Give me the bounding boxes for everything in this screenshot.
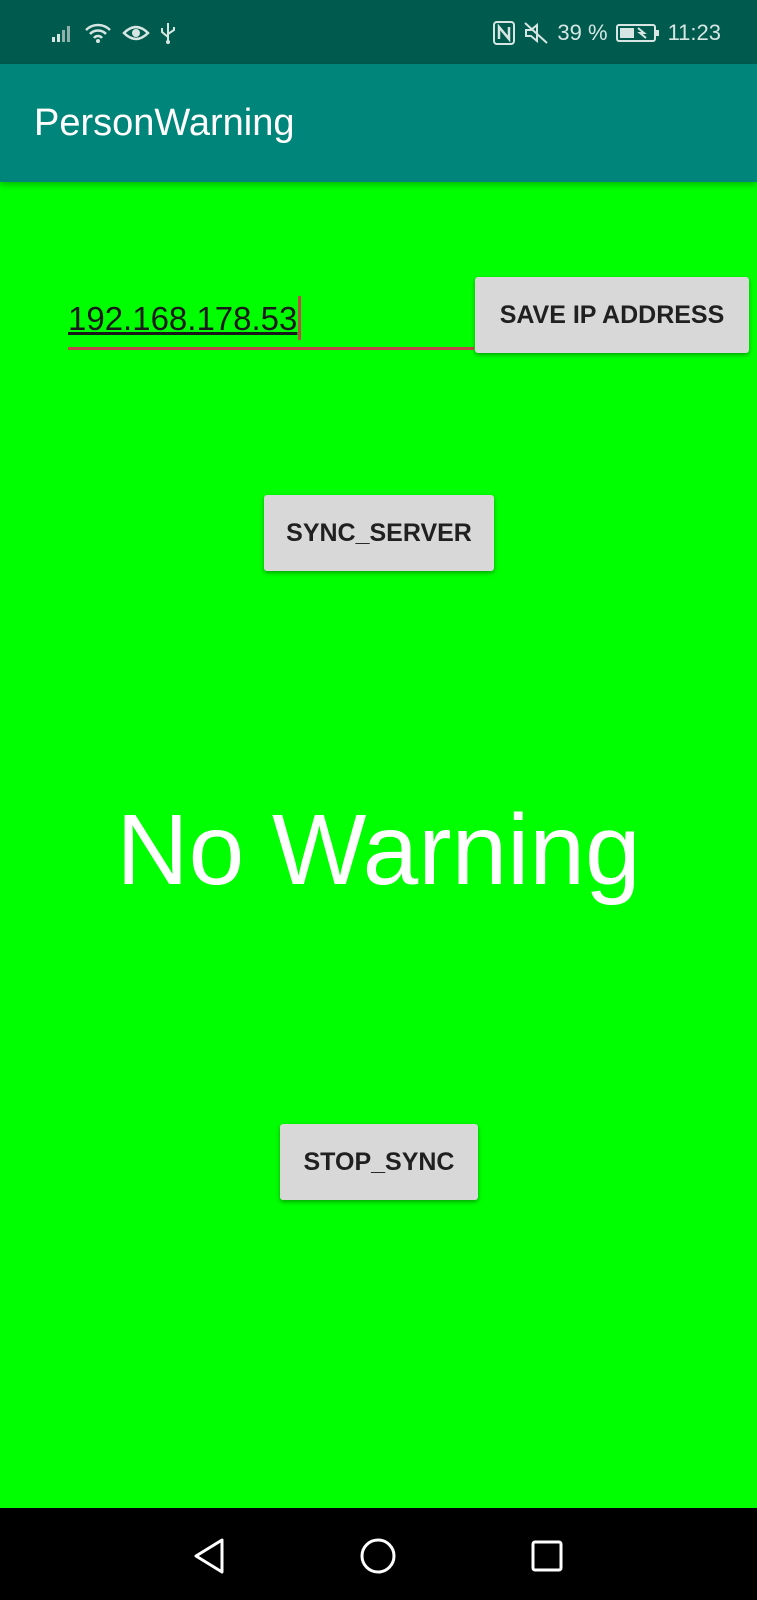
app-title: PersonWarning	[34, 102, 295, 144]
navigation-bar	[0, 1508, 757, 1600]
battery-icon	[615, 23, 660, 43]
app-bar: PersonWarning	[0, 64, 757, 182]
back-icon[interactable]	[188, 1534, 232, 1578]
stop-sync-button[interactable]: STOP_SYNC	[280, 1124, 478, 1200]
usb-icon	[160, 21, 176, 45]
nfc-icon	[493, 21, 516, 45]
ip-address-value: 192.168.178.53	[68, 300, 298, 337]
app-screen: 39 % 11:23 PersonWarning 192.168.178.53 …	[0, 0, 757, 1600]
sync-server-button[interactable]: SYNC_SERVER	[264, 495, 494, 571]
status-bar: 39 % 11:23	[0, 0, 757, 64]
save-ip-address-button[interactable]: SAVE IP ADDRESS	[475, 277, 749, 353]
eye-icon	[122, 23, 150, 43]
text-cursor	[298, 296, 302, 340]
wifi-icon	[84, 22, 112, 44]
signal-icon	[52, 24, 74, 42]
ip-address-input[interactable]: 192.168.178.53	[68, 296, 474, 350]
mute-icon	[523, 21, 549, 45]
battery-percent: 39 %	[557, 20, 608, 45]
warning-status-text: No Warning	[116, 794, 641, 906]
home-icon[interactable]	[356, 1534, 400, 1578]
clock: 11:23	[667, 20, 721, 45]
recent-apps-icon[interactable]	[525, 1534, 569, 1578]
